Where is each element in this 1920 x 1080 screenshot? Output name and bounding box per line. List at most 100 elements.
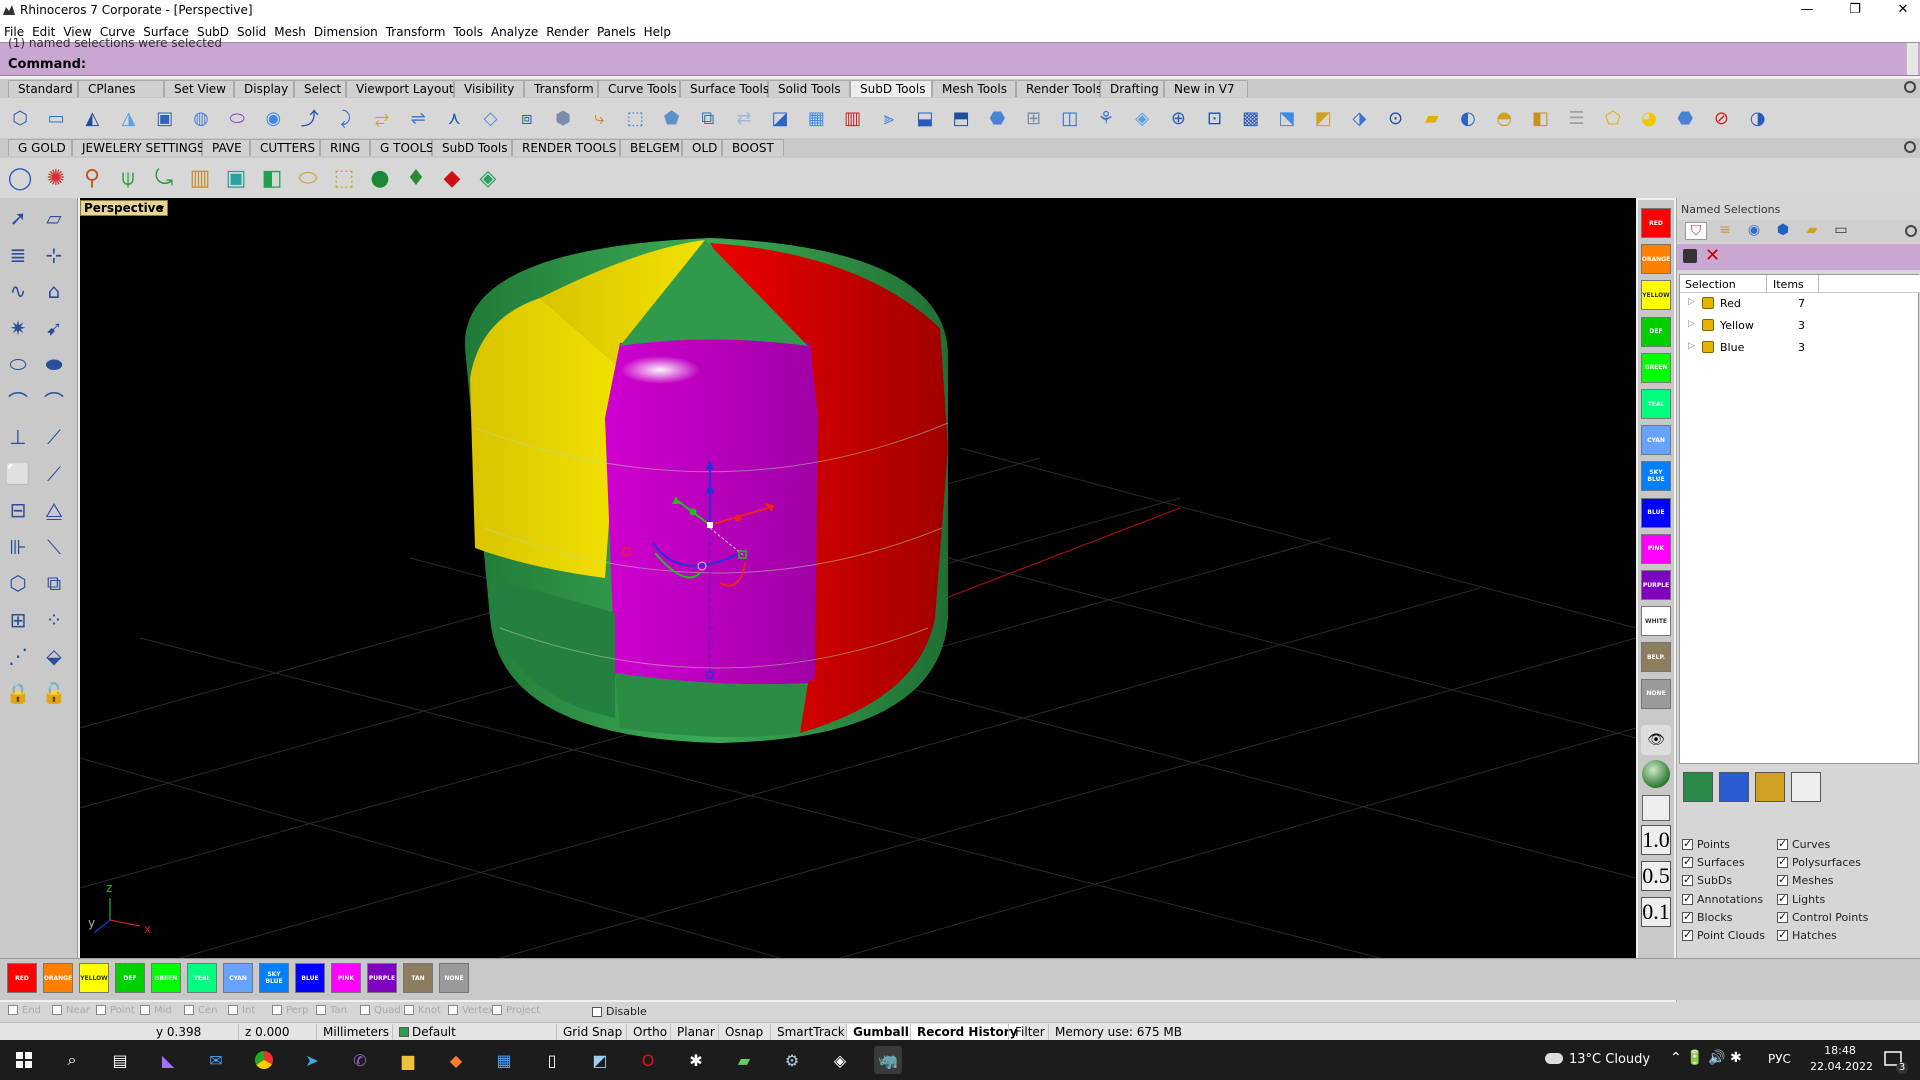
osnap-quad[interactable]: Quad: [360, 1005, 401, 1016]
units-label[interactable]: Millimeters: [316, 1024, 395, 1040]
jewelry-tab-ring[interactable]: RING: [320, 139, 370, 156]
layers-icon[interactable]: ◧: [257, 163, 287, 193]
swatch-sky-blue[interactable]: SKY BLUE: [1641, 461, 1671, 492]
filter-annotations-checkbox[interactable]: Annotations: [1682, 892, 1763, 909]
manager-icon[interactable]: ▰: [730, 1046, 758, 1074]
curve-icon[interactable]: ∿: [4, 277, 32, 305]
filter-lights-checkbox[interactable]: Lights: [1777, 892, 1825, 909]
unlock-icon[interactable]: 🔓: [40, 679, 68, 707]
select-arrow-icon[interactable]: ➚: [4, 204, 32, 232]
subd-crease-icon[interactable]: ◇: [476, 103, 506, 133]
search-icon[interactable]: ⌕: [58, 1046, 86, 1074]
jewelry-tab-pave[interactable]: PAVE: [202, 139, 250, 156]
jewelry-tab-cutters[interactable]: CUTTERS: [250, 139, 320, 156]
subd-slide-icon[interactable]: ⬣: [982, 103, 1012, 133]
osnap-end[interactable]: End: [8, 1005, 41, 1016]
filter-curve-icon[interactable]: [1755, 772, 1785, 802]
slack-icon[interactable]: ✱: [682, 1046, 710, 1074]
polygon-icon[interactable]: ⬡: [4, 569, 32, 597]
status-gumball[interactable]: Gumball: [846, 1024, 915, 1040]
osnap-knot[interactable]: Knot: [404, 1005, 441, 1016]
swatch-blue[interactable]: BLUE: [1641, 497, 1671, 528]
column-items[interactable]: Items: [1773, 278, 1804, 291]
swatch-belp-[interactable]: BELP.: [1641, 642, 1671, 673]
tray-icons[interactable]: ⌃ 🔋 🔊 ✱: [1670, 1050, 1742, 1066]
render-sphere-icon[interactable]: [1642, 760, 1670, 788]
toolbar-tab-surface-tools[interactable]: Surface Tools: [680, 80, 769, 97]
subd-fill-icon[interactable]: ⬚: [620, 103, 650, 133]
subd-symmetry-icon[interactable]: ◫: [1055, 103, 1085, 133]
subd-box-smooth-icon[interactable]: ⧈: [512, 103, 542, 133]
status-planar[interactable]: Planar: [670, 1024, 721, 1040]
lock-icon[interactable]: 🔒: [4, 679, 32, 707]
bottom-swatch-pink[interactable]: PINK: [331, 963, 361, 993]
subd-tube-icon[interactable]: ⤴: [295, 103, 325, 133]
material-icon[interactable]: ⬢: [1772, 222, 1794, 240]
jewelry-tab-subd-tools[interactable]: SubD Tools: [432, 139, 512, 156]
toolbar-tab-cplanes[interactable]: CPlanes: [78, 80, 164, 97]
checkbox-icon[interactable]: [1777, 855, 1788, 869]
gem-icon[interactable]: ♦: [401, 163, 431, 193]
osnap-tan[interactable]: Tan: [316, 1005, 347, 1016]
zoom-0-5-button[interactable]: 0.5: [1641, 861, 1671, 891]
osnap-checkbox-icon[interactable]: [8, 1005, 18, 1015]
subd-reflect-icon[interactable]: ◈: [1127, 103, 1157, 133]
zoom-1-0-button[interactable]: 1.0: [1641, 825, 1671, 855]
osnap-checkbox-icon[interactable]: [272, 1005, 282, 1015]
filter-points-icon[interactable]: [1791, 772, 1821, 802]
menu-dimension[interactable]: Dimension: [310, 22, 382, 39]
osnap-checkbox-icon[interactable]: [184, 1005, 194, 1015]
menu-solid[interactable]: Solid: [233, 22, 270, 39]
bottom-swatch-cyan[interactable]: CYAN: [223, 963, 253, 993]
checkbox-icon[interactable]: [1682, 910, 1693, 923]
phone-icon[interactable]: ▯: [538, 1046, 566, 1074]
calculator-icon[interactable]: ▦: [490, 1046, 518, 1074]
toolbar-tab-display[interactable]: Display: [234, 80, 294, 97]
bottom-swatch-sky-blue[interactable]: SKY BLUE: [259, 963, 289, 993]
expand-arrow-icon[interactable]: ▷: [1688, 319, 1695, 329]
telegram-icon[interactable]: ➤: [298, 1046, 326, 1074]
filter-points-checkbox[interactable]: Points: [1682, 837, 1730, 854]
bottom-swatch-purple[interactable]: PURPLE: [367, 963, 397, 993]
selection-row-yellow[interactable]: ▷ Yellow 3: [1680, 317, 1920, 335]
subd-globe-icon[interactable]: ◐: [1453, 103, 1483, 133]
curve-tool-icon[interactable]: ⤿: [149, 163, 179, 193]
trim-icon[interactable]: ⊟: [4, 496, 32, 524]
filter-surface-icon[interactable]: [1683, 772, 1713, 802]
bottom-swatch-blue[interactable]: BLUE: [295, 963, 325, 993]
opera-icon[interactable]: O: [634, 1046, 662, 1074]
osnap-checkbox-icon[interactable]: [360, 1005, 370, 1015]
layout-icon[interactable]: [1642, 795, 1670, 821]
arc-icon[interactable]: ⌒: [4, 387, 32, 415]
toolbar-tab-transform[interactable]: Transform: [524, 80, 598, 97]
cylinder-gold-icon[interactable]: ▥: [185, 163, 215, 193]
oval-icon[interactable]: ⬭: [293, 163, 323, 193]
gumball-icon[interactable]: ⊹: [40, 241, 68, 269]
steam-icon[interactable]: ⚙: [778, 1046, 806, 1074]
bottom-swatch-yellow[interactable]: YELLOW: [79, 963, 109, 993]
subd-loft-icon[interactable]: ⤸: [331, 103, 361, 133]
osnap-checkbox-icon[interactable]: [228, 1005, 238, 1015]
subd-no-icon[interactable]: ⊘: [1706, 103, 1736, 133]
swatch-teal[interactable]: TEAL: [1641, 389, 1671, 419]
disable-checkbox-icon[interactable]: [592, 1007, 602, 1017]
subd-append-icon[interactable]: ⧉: [693, 103, 723, 133]
bottom-swatch-red[interactable]: RED: [7, 963, 37, 993]
jewelry-tab-old[interactable]: OLD: [682, 139, 722, 156]
unity-icon[interactable]: ◈: [826, 1046, 854, 1074]
chrome-icon[interactable]: [250, 1046, 278, 1074]
subd-paint-icon[interactable]: ◧: [1525, 103, 1555, 133]
osnap-vertex[interactable]: Vertex: [448, 1005, 494, 1016]
toolbar-tab-solid-tools[interactable]: Solid Tools: [768, 80, 850, 97]
filter-hatches-checkbox[interactable]: Hatches: [1777, 928, 1837, 945]
menu-mesh[interactable]: Mesh: [270, 22, 310, 39]
dotted-oval-icon[interactable]: ⬚: [329, 163, 359, 193]
zoom-0-1-button[interactable]: 0.1: [1641, 897, 1671, 927]
filter-mesh-icon[interactable]: [1719, 772, 1749, 802]
subd-offset-icon[interactable]: ⬒: [946, 103, 976, 133]
grid-icon[interactable]: ⊞: [4, 606, 32, 634]
checkbox-icon[interactable]: [1682, 873, 1693, 887]
dim2-icon[interactable]: ⋰: [4, 642, 32, 670]
osnap-disable[interactable]: Disable: [592, 1005, 647, 1018]
toolbar-tab-render-tools[interactable]: Render Tools: [1016, 80, 1102, 97]
